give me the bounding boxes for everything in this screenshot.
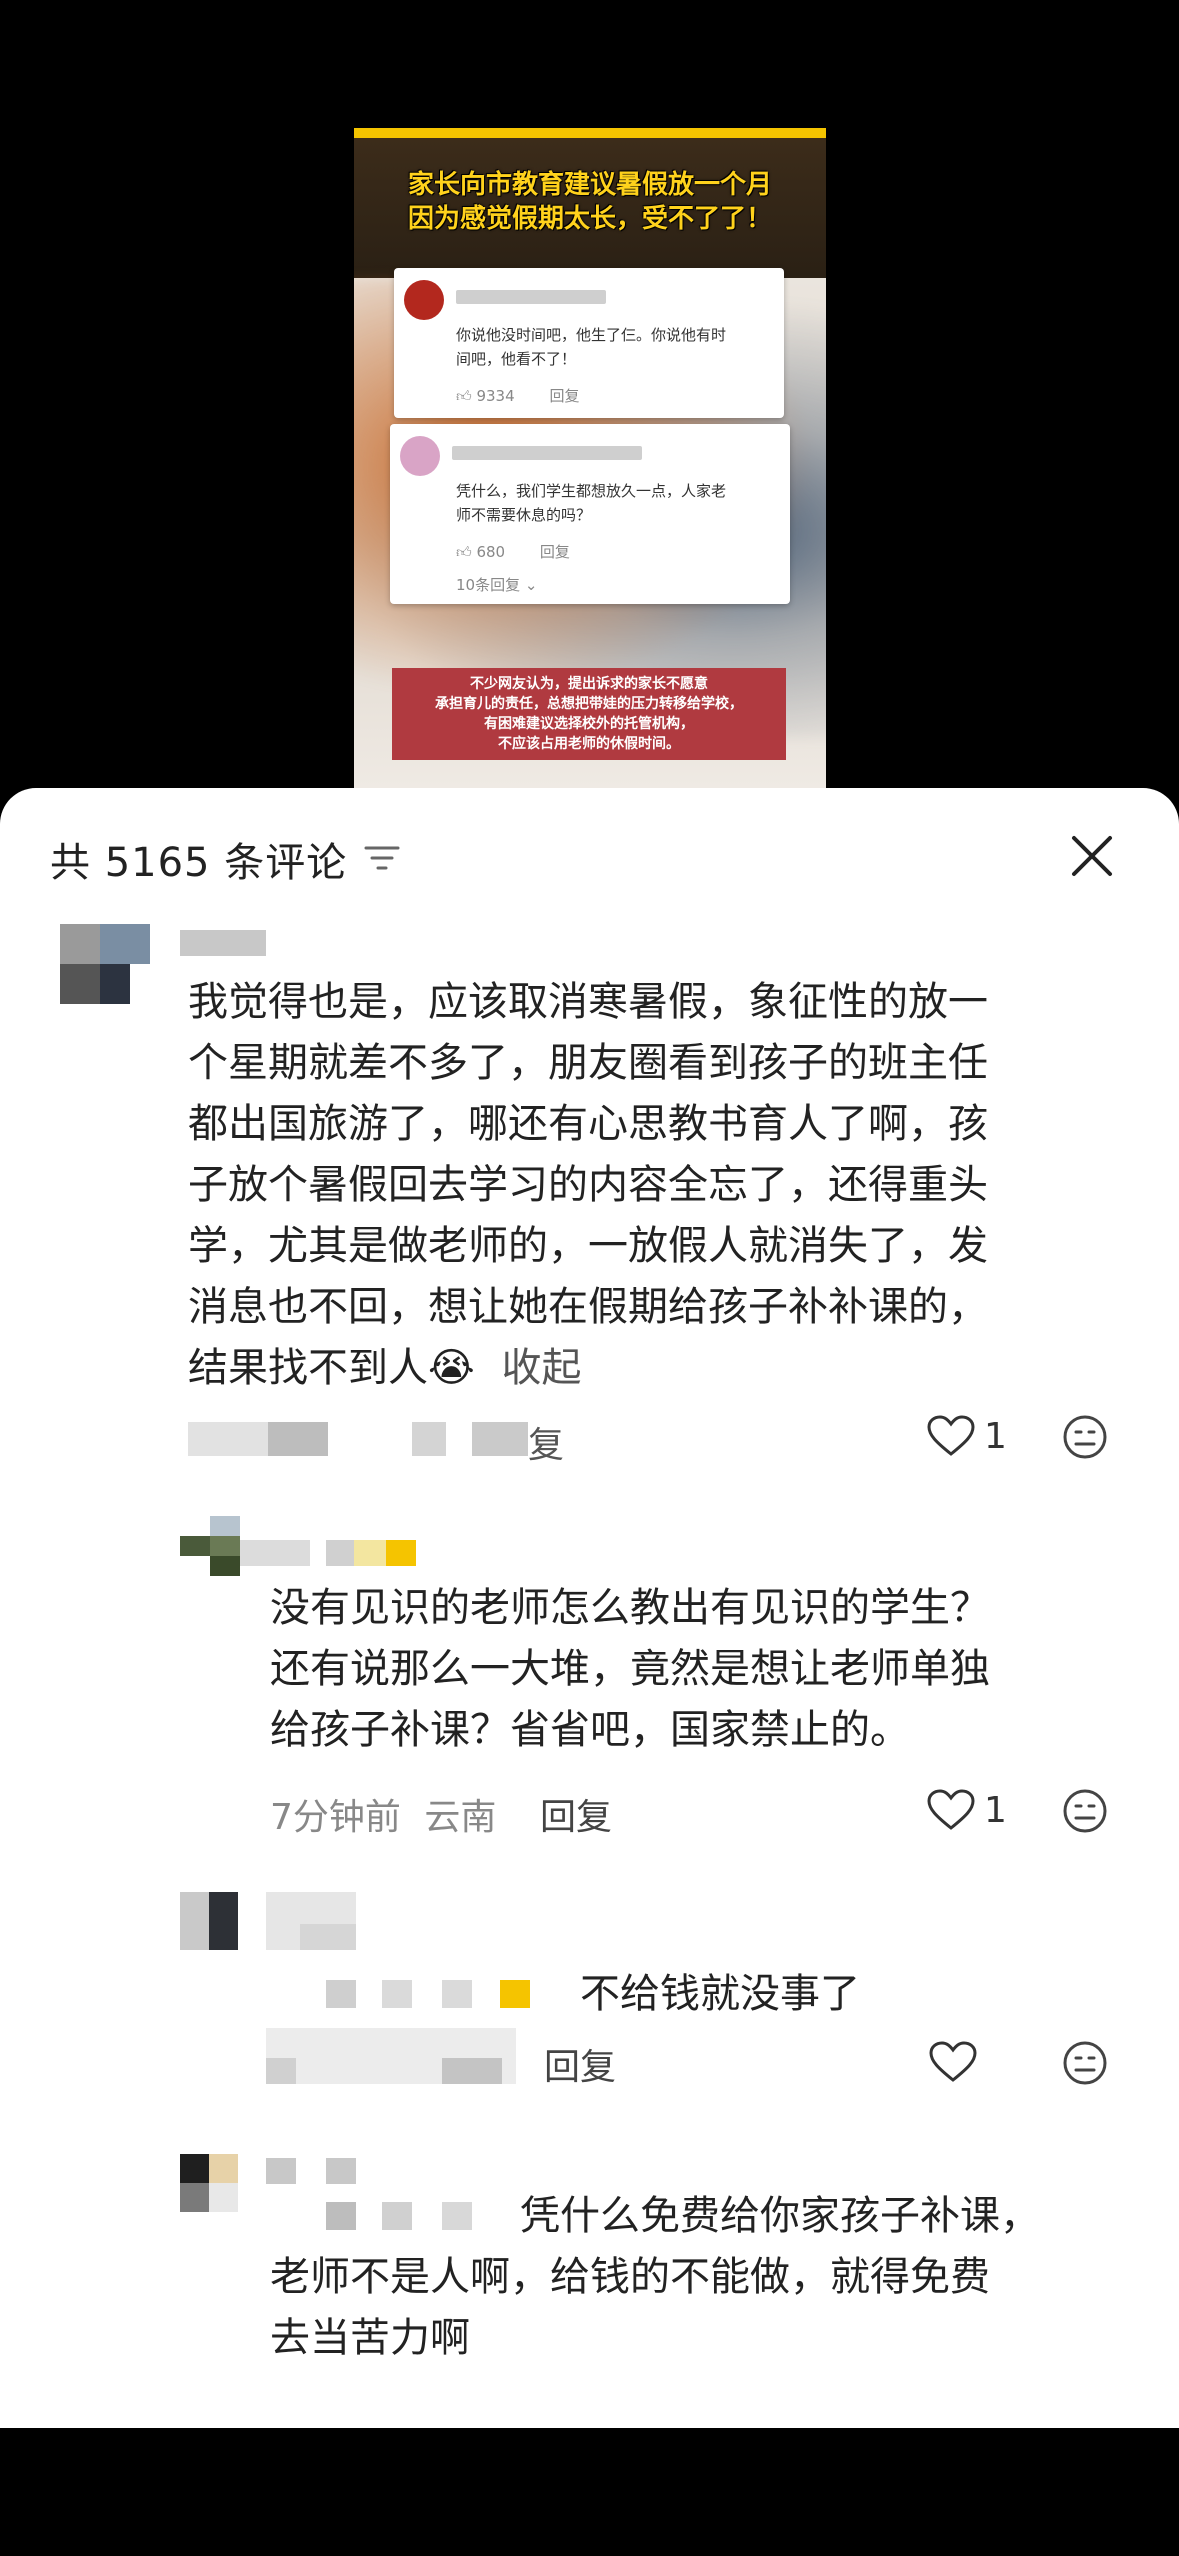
close-icon[interactable] [1068, 832, 1116, 880]
meta-blur [442, 2058, 502, 2084]
comment-2-line-1: 没有见识的老师怎么教出有见识的学生？ [270, 1585, 990, 1631]
banner-line-4: 不应该占用老师的休假时间。 [498, 736, 680, 752]
username-blur [326, 1540, 354, 1566]
preview-headline: 家长向市教育建议暑假放一个月 因为感觉假期太长，受不了了！ [354, 168, 826, 236]
preview-card2-meta: 👍︎ 680 回复 [456, 541, 570, 562]
avatar[interactable] [180, 2154, 238, 2212]
meta-blur [412, 1422, 446, 1456]
comment-2-like-count: 1 [984, 1790, 1007, 1831]
comment-2-line-3: 给孩子补课？省省吧，国家禁止的。 [270, 1707, 910, 1753]
meta-blur [266, 2058, 296, 2084]
comment-1-like-count: 1 [984, 1416, 1007, 1457]
emoji-reaction-icon[interactable] [1062, 2040, 1108, 2086]
collapse-link[interactable]: 收起 [501, 1345, 581, 1391]
comment-1-line-3: 都出国旅游了，哪还有心思教书育人了啊，孩 [188, 1101, 988, 1147]
preview-username-blur [452, 446, 642, 460]
preview-card2-text-2: 师不需要休息的吗？ [456, 506, 592, 524]
emoji-reaction-icon[interactable] [1062, 1414, 1108, 1460]
username-blur [300, 1924, 356, 1950]
comment-2-line-2: 还有说那么一大堆，竟然是想让老师单独 [270, 1646, 990, 1692]
preview-username-blur [456, 290, 606, 304]
comment-1-line-5: 学，尤其是做老师的，一放假人就消失了，发 [188, 1223, 988, 1269]
comment-4-line-1: 凭什么免费给你家孩子补课， [520, 2193, 1040, 2239]
meta-blur [472, 1422, 528, 1456]
preview-card2-likes: 680 [476, 543, 506, 561]
preview-comment-card-1: 你说他没时间吧，他生了仨。你说他有时 间吧，他看不了！ 👍︎ 9334 回复 [394, 268, 784, 418]
bottom-bar [0, 2428, 1179, 2556]
comment-2-meta: 7分钟前 云南 [270, 1788, 496, 1840]
headline-line-2: 因为感觉假期太长，受不了了！ [407, 204, 772, 234]
comment-2-location: 云南 [424, 1797, 497, 1838]
username-blur[interactable] [240, 1540, 310, 1566]
video-preview[interactable]: 家长向市教育建议暑假放一个月 因为感觉假期太长，受不了了！ 你说他没时间吧，他生… [354, 128, 826, 788]
comment-4-body: 凭什么免费给你家孩子补课， 老师不是人啊，给钱的不能做，就得免费 去当苦力啊 [270, 2186, 1120, 2369]
comment-1-line-6: 消息也不回，想让她在假期给孩子补补课的， [188, 1284, 988, 1330]
preview-avatar-icon [400, 436, 440, 476]
heart-icon[interactable] [926, 1788, 976, 1832]
comment-1-reply[interactable]: 复 [528, 1416, 564, 1468]
preview-top-stripe [354, 128, 826, 138]
comment-4-line-2: 老师不是人啊，给钱的不能做，就得免费 [270, 2254, 990, 2300]
emoji-reaction-icon[interactable] [1062, 1788, 1108, 1834]
username-blur[interactable] [180, 930, 266, 956]
mention-blur [442, 1980, 472, 2008]
comment-3-reply[interactable]: 回复 [544, 2038, 616, 2090]
mention-blur [500, 1980, 530, 2008]
username-blur[interactable] [266, 2158, 296, 2184]
comment-sheet[interactable]: 共 5165 条评论 我觉得也是，应该取消寒暑假，象征性的放一 个星期就差不多了… [0, 788, 1179, 2428]
mention-blur [382, 1980, 412, 2008]
thumbs-up-icon: 👍︎ [456, 387, 472, 405]
filter-icon[interactable] [364, 844, 400, 872]
thumbs-up-icon: 👍︎ [456, 543, 472, 561]
avatar[interactable] [180, 1892, 238, 1950]
heart-icon[interactable] [926, 1414, 976, 1458]
mention-blur [326, 1980, 356, 2008]
preview-avatar-icon [404, 280, 444, 320]
comment-1-line-1: 我觉得也是，应该取消寒暑假，象征性的放一 [188, 979, 988, 1025]
comment-count-title: 共 5165 条评论 [50, 840, 348, 886]
heart-icon[interactable] [928, 2040, 978, 2084]
comment-1-line-7: 结果找不到人😭 收起 [188, 1338, 1118, 1399]
preview-caption-banner: 不少网友认为，提出诉求的家长不愿意 承担育儿的责任，总想把带娃的压力转移给学校，… [392, 668, 786, 760]
preview-card2-more-replies: 10条回复 ⌄ [456, 576, 538, 594]
comment-1-line-7-text: 结果找不到人 [188, 1345, 428, 1391]
preview-card2-reply: 回复 [539, 543, 570, 561]
preview-card1-reply: 回复 [549, 387, 580, 405]
comment-3-body: 不给钱就没事了 [580, 1971, 860, 2017]
avatar[interactable] [60, 924, 150, 1004]
comment-4-line-3: 去当苦力啊 [270, 2315, 470, 2361]
banner-line-3: 有困难建议选择校外的托管机构， [484, 716, 694, 732]
comment-2-reply[interactable]: 回复 [540, 1788, 612, 1840]
comment-2-body: 没有见识的老师怎么教出有见识的学生？ 还有说那么一大堆，竟然是想让老师单独 给孩… [270, 1578, 1120, 1761]
badge-blur [386, 1540, 416, 1566]
preview-card2-text-1: 凭什么，我们学生都想放久一点，人家老 [456, 482, 727, 500]
preview-card1-text-1: 你说他没时间吧，他生了仨。你说他有时 [456, 326, 727, 344]
headline-line-1: 家长向市教育建议暑假放一个月 [407, 170, 772, 200]
banner-line-2: 承担育儿的责任，总想把带娃的压力转移给学校， [435, 696, 743, 712]
comment-1-body: 我觉得也是，应该取消寒暑假，象征性的放一 个星期就差不多了，朋友圈看到孩子的班主… [188, 972, 1118, 1399]
username-blur [326, 2158, 356, 2184]
comment-1-line-4: 子放个暑假回去学习的内容全忘了，还得重头 [188, 1162, 988, 1208]
comment-1-line-2: 个星期就差不多了，朋友圈看到孩子的班主任 [188, 1040, 988, 1086]
preview-card1-meta: 👍︎ 9334 回复 [456, 385, 579, 406]
banner-line-1: 不少网友认为，提出诉求的家长不愿意 [470, 676, 708, 692]
preview-comment-card-2: 凭什么，我们学生都想放久一点，人家老 师不需要休息的吗？ 👍︎ 680 回复 1… [390, 424, 790, 604]
preview-card1-text-2: 间吧，他看不了！ [456, 350, 577, 368]
meta-blur [268, 1422, 328, 1456]
crying-emoji-icon: 😭 [428, 1345, 475, 1391]
avatar[interactable] [180, 1516, 240, 1576]
comment-2-time: 7分钟前 [270, 1797, 401, 1838]
badge-blur [354, 1540, 386, 1566]
preview-card1-likes: 9334 [476, 387, 515, 405]
